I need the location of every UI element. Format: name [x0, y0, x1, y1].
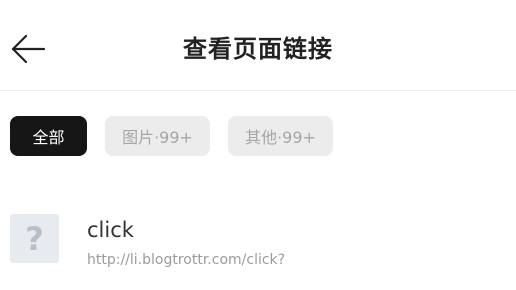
filter-tabs: 全部 图片·99+ 其他·99+	[10, 116, 333, 156]
filter-other-chip[interactable]: 其他·99+	[228, 116, 333, 156]
link-thumbnail: ?	[10, 214, 59, 263]
page-title: 查看页面链接	[183, 35, 333, 63]
link-title: click	[87, 218, 134, 242]
filter-all-chip[interactable]: 全部	[10, 116, 87, 156]
filter-images-chip[interactable]: 图片·99+	[105, 116, 210, 156]
question-mark-icon: ?	[25, 219, 44, 258]
link-list-item[interactable]: ? click http://li.blogtrottr.com/click?	[10, 212, 506, 274]
top-bar: 查看页面链接	[0, 0, 516, 91]
link-url: http://li.blogtrottr.com/click?	[87, 252, 286, 268]
